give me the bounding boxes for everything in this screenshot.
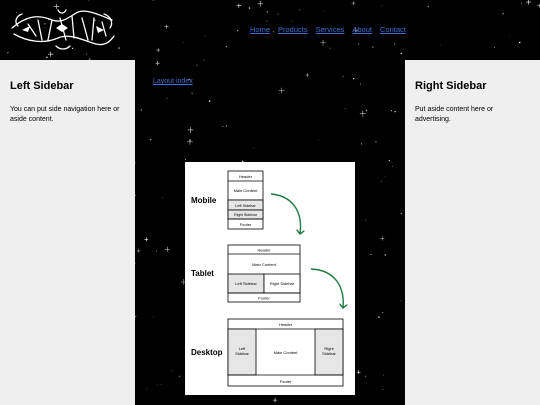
desktop-left-sidebar-label-line2: Sidebar <box>235 351 249 356</box>
nav-link-home[interactable]: Home <box>250 25 270 34</box>
site-logo[interactable] <box>8 6 118 52</box>
arrow-tablet-to-desktop <box>310 268 343 308</box>
left-sidebar-text: You can put side navigation here or asid… <box>10 106 120 123</box>
desktop-header-label: Header <box>279 322 293 327</box>
main-nav: Home Products Services About Contact <box>250 25 406 34</box>
nav-link-about[interactable]: About <box>352 25 372 34</box>
mobile-footer-label: Footer <box>240 222 252 227</box>
responsive-layout-diagram: Mobile Header Main Content Left Sidebar … <box>185 162 355 395</box>
mobile-right-sidebar-label: Right Sidebar <box>234 213 258 217</box>
mobile-layout <box>227 170 264 230</box>
left-sidebar-title: Left Sidebar <box>10 80 74 92</box>
mobile-main-label: Main Content <box>234 188 259 193</box>
tablet-right-sidebar-label: Right Sidebar <box>270 281 295 286</box>
tablet-layout <box>227 244 301 303</box>
right-sidebar-title: Right Sidebar <box>415 80 487 92</box>
nav-link-contact[interactable]: Contact <box>380 25 406 34</box>
tablet-label: Tablet <box>191 269 214 278</box>
tablet-header-label: Header <box>257 248 271 253</box>
tablet-main-label: Main Content <box>252 262 277 267</box>
layout-index-link[interactable]: Layout index <box>153 78 193 85</box>
desktop-label: Desktop <box>191 348 223 357</box>
arrow-mobile-to-tablet <box>270 193 301 234</box>
desktop-footer-label: Footer <box>280 379 292 384</box>
right-sidebar: Right Sidebar Put aside content here or … <box>405 60 540 405</box>
left-sidebar: Left Sidebar You can put side navigation… <box>0 60 135 405</box>
mobile-label: Mobile <box>191 196 217 205</box>
nav-link-products[interactable]: Products <box>278 25 308 34</box>
tablet-footer-label: Footer <box>258 296 270 301</box>
desktop-main-label: Main Content <box>274 350 299 355</box>
mobile-left-sidebar-label: Left Sidebar <box>235 204 256 208</box>
mobile-header-label: Header <box>239 174 253 179</box>
site-header: Home Products Services About Contact <box>0 0 540 60</box>
desktop-right-sidebar-label-line2: Sidebar <box>322 351 336 356</box>
nav-link-services[interactable]: Services <box>316 25 345 34</box>
tablet-left-sidebar-label: Left Sidebar <box>235 281 257 286</box>
right-sidebar-text: Put aside content here or advertising. <box>415 106 494 123</box>
